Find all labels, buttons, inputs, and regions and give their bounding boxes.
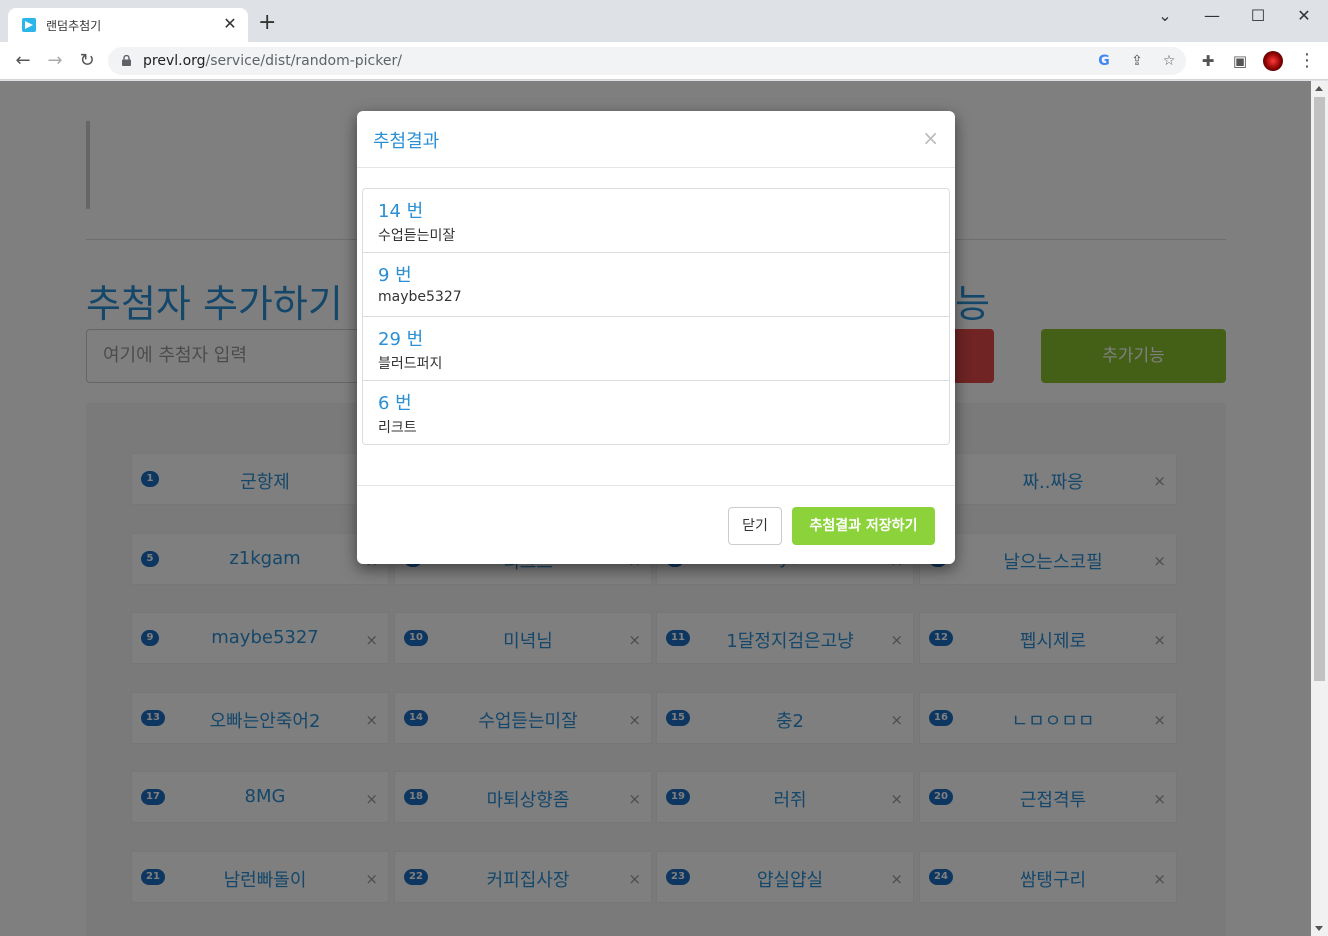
result-number: 6 번 [378,393,412,414]
minimize-icon[interactable]: — [1197,6,1227,26]
result-number: 9 번 [378,265,412,286]
scroll-thumb[interactable] [1314,97,1325,681]
scroll-up-icon[interactable] [1315,86,1323,91]
tab-search-chevron-icon[interactable]: ⌄ [1150,6,1180,26]
save-results-button[interactable]: 추첨결과 저장하기 [792,507,935,545]
tab-strip: 랜덤추첨기 ✕ + ⌄ — ☐ ✕ [0,0,1328,42]
browser-tab[interactable]: 랜덤추첨기 ✕ [8,8,248,42]
result-item: 6 번 리크트 [363,381,949,444]
share-icon[interactable]: ⇪ [1128,52,1146,70]
url-host: prevl.org [143,53,206,69]
result-name: 블러드퍼지 [378,356,443,372]
close-window-icon[interactable]: ✕ [1289,6,1319,26]
menu-kebab-icon[interactable]: ⋮ [1298,50,1316,71]
modal-title: 추첨결과 [373,131,440,152]
forward-icon[interactable]: → [44,50,66,72]
result-number: 14 번 [378,201,424,222]
result-name: 리크트 [378,420,417,436]
modal-footer: 닫기 추첨결과 저장하기 [357,485,955,564]
side-panel-icon[interactable]: ▣ [1231,52,1249,70]
page-scrollbar[interactable] [1311,81,1328,936]
result-number: 29 번 [378,329,424,350]
result-item: 14 번 수업듣는미잘 [363,189,949,253]
extensions-icon[interactable]: ✚ [1199,52,1217,70]
result-list: 14 번 수업듣는미잘 9 번 maybe5327 29 번 블러드퍼지 6 번… [362,188,950,445]
result-modal: 추첨결과 × 14 번 수업듣는미잘 9 번 maybe5327 29 번 블러… [357,111,955,564]
scroll-down-icon[interactable] [1315,926,1323,931]
bookmark-star-icon[interactable]: ☆ [1160,52,1178,70]
modal-close-icon[interactable]: × [922,126,939,150]
url-text: prevl.org/service/dist/random-picker/ [143,53,402,69]
address-bar[interactable]: prevl.org/service/dist/random-picker/ G … [108,47,1186,75]
browser-toolbar: ← → ↻ prevl.org/service/dist/random-pick… [0,42,1328,80]
result-item: 9 번 maybe5327 [363,253,949,317]
close-button[interactable]: 닫기 [728,507,782,545]
back-icon[interactable]: ← [12,50,34,72]
google-translate-icon[interactable]: G [1095,52,1113,70]
reload-icon[interactable]: ↻ [76,50,98,72]
modal-header: 추첨결과 × [357,111,955,168]
result-name: maybe5327 [378,289,462,305]
page-content: 추첨자 추가하기 능 여기에 추첨자 입력 추가기능 1군항제×2×3×4짜..… [0,81,1311,936]
result-name: 수업듣는미잘 [378,228,456,244]
new-tab-icon[interactable]: + [258,12,276,34]
lock-icon [122,55,131,66]
maximize-icon[interactable]: ☐ [1243,6,1273,26]
url-path: /service/dist/random-picker/ [205,53,402,69]
tab-close-icon[interactable]: ✕ [220,14,240,33]
site-favicon-icon [22,18,36,32]
tab-title: 랜덤추첨기 [46,19,102,33]
profile-avatar[interactable] [1263,51,1283,71]
result-item: 29 번 블러드퍼지 [363,317,949,381]
